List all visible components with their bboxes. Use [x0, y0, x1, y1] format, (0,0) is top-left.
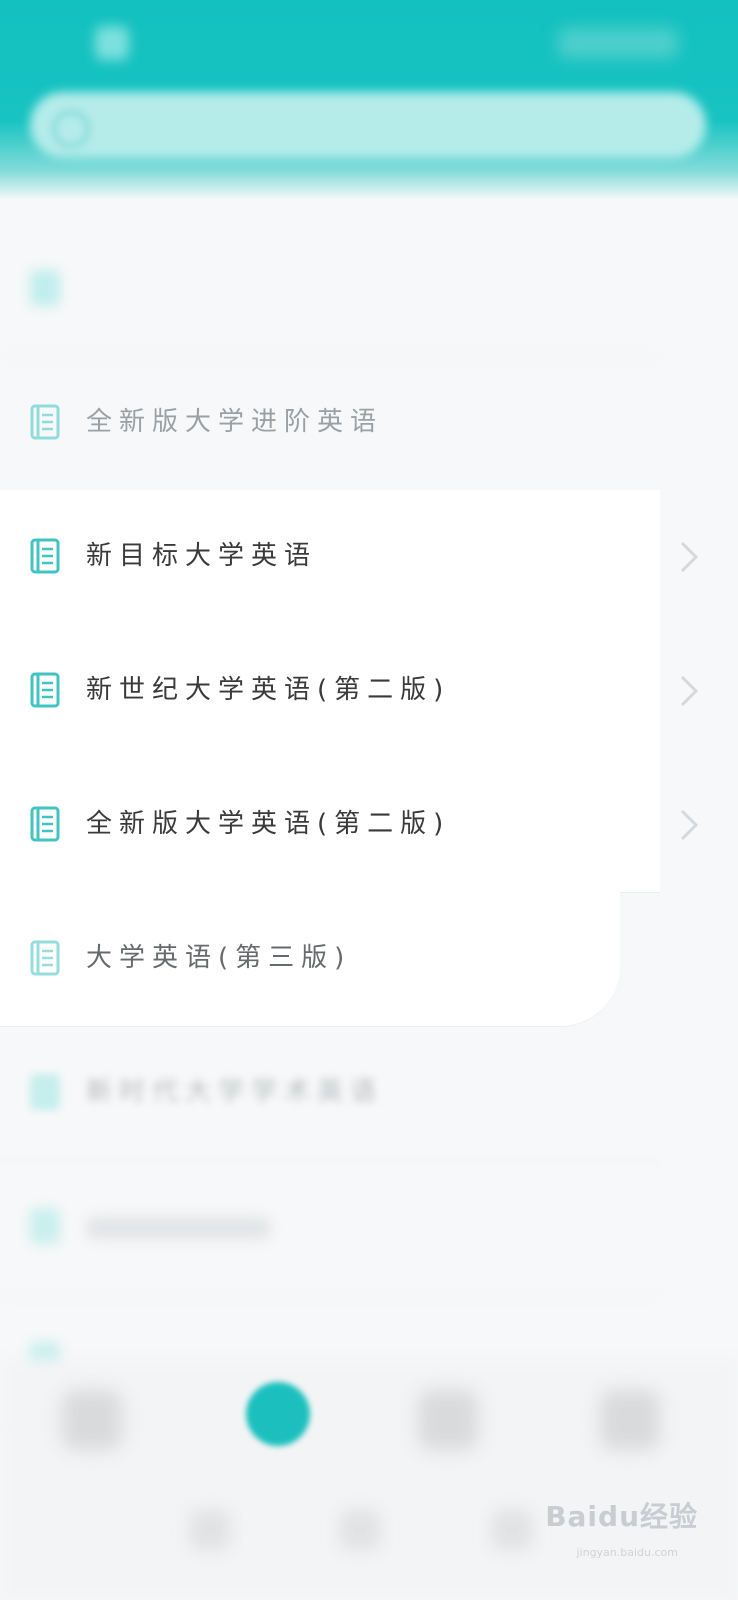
watermark-logo: Baidu经验: [545, 1500, 698, 1533]
nav-home-icon[interactable]: [62, 1390, 122, 1450]
list-item[interactable]: 全新版大学进阶英语: [0, 356, 738, 491]
list-item-label: 大学英语(第三版): [86, 943, 352, 973]
system-back-button[interactable]: [190, 1510, 230, 1550]
watermark-url: jingyan.baidu.com: [576, 1546, 678, 1559]
search-icon: [52, 110, 90, 148]
nav-profile-icon[interactable]: [600, 1390, 660, 1450]
book-icon: [30, 404, 60, 440]
system-recent-button[interactable]: [492, 1510, 532, 1550]
book-icon: [30, 940, 60, 976]
list-item[interactable]: [0, 1160, 738, 1295]
list-item[interactable]: 全新版大学英语(第二版): [0, 758, 738, 893]
book-icon: [30, 538, 60, 574]
book-icon: [30, 672, 60, 708]
system-home-button[interactable]: [340, 1510, 380, 1550]
book-icon: [30, 270, 60, 306]
list-item[interactable]: 新目标大学英语: [0, 490, 738, 625]
header-action-button[interactable]: [558, 28, 678, 58]
nav-study-icon[interactable]: [418, 1390, 478, 1450]
list-item-label: 全新版大学进阶英语: [86, 407, 384, 437]
book-icon: [30, 806, 60, 842]
list-item[interactable]: 大学英语(第三版): [0, 892, 738, 1027]
chevron-right-icon: [680, 809, 699, 841]
list-item-label: 新时代大学学术英语: [86, 1077, 384, 1107]
header-title: [95, 22, 295, 66]
list-item-label: 新目标大学英语: [86, 541, 318, 571]
search-input[interactable]: [30, 92, 706, 158]
list-item[interactable]: 新时代大学学术英语: [0, 1026, 738, 1161]
chevron-right-icon: [680, 675, 699, 707]
book-icon: [30, 1074, 60, 1110]
nav-center-icon[interactable]: [246, 1382, 310, 1446]
list-item-label: 新世纪大学英语(第二版): [86, 675, 451, 705]
list-item[interactable]: 新世纪大学英语(第二版): [0, 624, 738, 759]
list-item[interactable]: [0, 222, 738, 357]
list-item-label: 全新版大学英语(第二版): [86, 809, 451, 839]
book-icon: [30, 1208, 60, 1244]
chevron-right-icon: [680, 541, 699, 573]
